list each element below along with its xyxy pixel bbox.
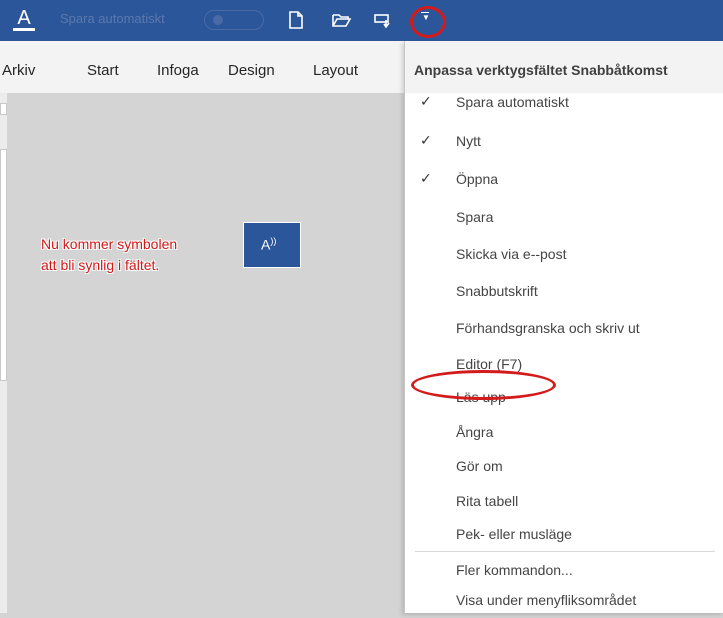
checkmark-icon: ✓	[420, 132, 432, 148]
annotation-line-2: att bli synlig i fältet.	[41, 257, 160, 273]
tab-start[interactable]: Start	[87, 62, 119, 79]
autosave-toggle[interactable]	[204, 10, 264, 30]
title-bar: A Spara automatiskt ▼	[0, 0, 723, 41]
menu-item-snabbutskrift[interactable]: Snabbutskrift	[405, 275, 723, 309]
document-area	[0, 93, 410, 613]
menu-item-spara-automatiskt[interactable]: ✓ Spara automatiskt	[405, 86, 723, 120]
read-aloud-icon: A))	[261, 236, 277, 253]
tab-layout[interactable]: Layout	[313, 62, 358, 79]
tab-design[interactable]: Design	[228, 62, 275, 79]
menu-item-angra[interactable]: Ångra	[405, 416, 723, 450]
menu-item-skicka-via-epost[interactable]: Skicka via e--post	[405, 238, 723, 272]
highlight-circle-dropdown	[410, 6, 446, 38]
customize-qat-menu: Anpassa verktygsfältet Snabbåtkomst ✓ Sp…	[404, 41, 723, 613]
tab-infoga[interactable]: Infoga	[157, 62, 199, 79]
menu-item-spara[interactable]: Spara	[405, 201, 723, 235]
annotation-text: Nu kommer symbolen att bli synlig i fält…	[41, 234, 177, 276]
menu-item-oppna[interactable]: ✓ Öppna	[405, 163, 723, 197]
word-app-icon: A	[13, 7, 35, 33]
menu-title: Anpassa verktygsfältet Snabbåtkomst	[414, 62, 668, 78]
menu-item-pek-eller-muslage[interactable]: Pek- eller musläge	[405, 518, 723, 552]
menu-item-rita-tabell[interactable]: Rita tabell	[405, 485, 723, 519]
highlight-ellipse-las-upp	[411, 370, 556, 400]
menu-item-gor-om[interactable]: Gör om	[405, 450, 723, 484]
checkmark-icon: ✓	[420, 93, 432, 109]
autosave-label: Spara automatiskt	[60, 11, 165, 26]
menu-item-forhandsgranska[interactable]: Förhandsgranska och skriv ut	[405, 312, 723, 346]
menu-item-nytt[interactable]: ✓ Nytt	[405, 125, 723, 159]
annotation-line-1: Nu kommer symbolen	[41, 236, 178, 252]
open-folder-icon[interactable]	[330, 9, 352, 31]
new-document-icon[interactable]	[285, 9, 307, 31]
checkmark-icon: ✓	[420, 170, 432, 186]
vertical-ruler	[0, 93, 7, 613]
menu-divider	[415, 551, 715, 552]
touch-mode-icon[interactable]	[372, 9, 394, 31]
read-aloud-button[interactable]: A))	[243, 222, 301, 268]
menu-item-fler-kommandon[interactable]: Fler kommandon...	[405, 554, 723, 588]
tab-arkiv[interactable]: Arkiv	[2, 62, 35, 79]
